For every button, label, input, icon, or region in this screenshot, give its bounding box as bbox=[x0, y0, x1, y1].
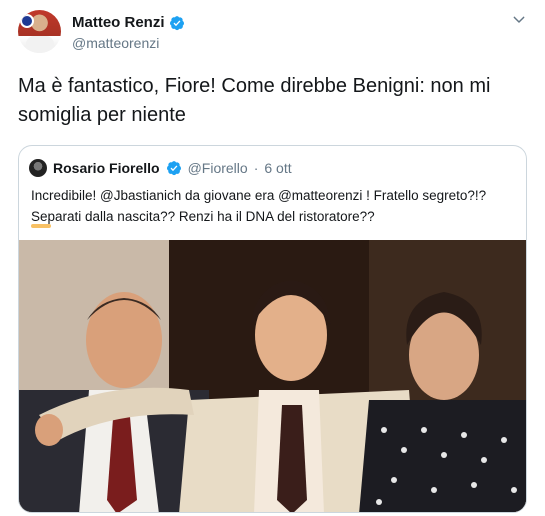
author-names: Matteo Renzi @matteorenzi bbox=[72, 13, 185, 53]
family-photo-illustration bbox=[19, 240, 526, 512]
quoted-tweet-photo[interactable] bbox=[19, 240, 526, 512]
chevron-down-icon[interactable] bbox=[511, 12, 527, 28]
quoted-tweet[interactable]: Rosario Fiorello @Fiorello · 6 ott Incre… bbox=[18, 145, 527, 513]
tweet-text: Ma è fantastico, Fiore! Come direbbe Ben… bbox=[18, 75, 491, 126]
quoted-author-display-name: Rosario Fiorello bbox=[53, 160, 160, 176]
quoted-author-handle: @Fiorello bbox=[187, 160, 248, 176]
verified-badge-icon bbox=[166, 161, 181, 176]
quoted-date: 6 ott bbox=[264, 160, 292, 176]
author-avatar[interactable] bbox=[18, 10, 61, 53]
avatar-badge bbox=[20, 14, 34, 28]
author-display-name-row[interactable]: Matteo Renzi bbox=[72, 13, 185, 33]
avatar-figure bbox=[26, 36, 54, 53]
quoted-tweet-header: Rosario Fiorello @Fiorello · 6 ott bbox=[19, 146, 526, 180]
quoted-author-avatar bbox=[29, 159, 47, 177]
verified-badge-icon bbox=[169, 16, 184, 31]
quoted-separator: · bbox=[253, 160, 259, 176]
author-handle[interactable]: @matteorenzi bbox=[72, 33, 185, 53]
tweet-header: Matteo Renzi @matteorenzi bbox=[18, 10, 531, 54]
author-display-name[interactable]: Matteo Renzi bbox=[72, 13, 165, 33]
truncation-indicator bbox=[31, 224, 51, 228]
quoted-tweet-text: Incredibile! @Jbastianich da giovane era… bbox=[31, 188, 487, 224]
